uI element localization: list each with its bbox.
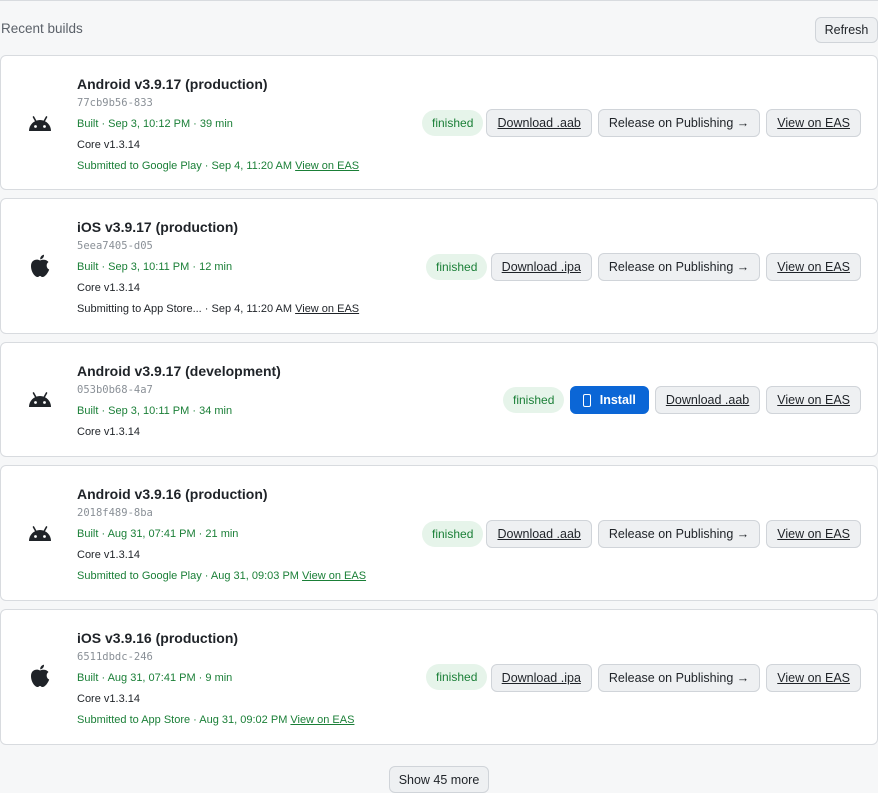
submission-eas-link[interactable]: View on EAS bbox=[302, 570, 366, 582]
build-info: Android v3.9.17 (development) 053b0b68-4… bbox=[77, 362, 281, 439]
submission-status: Submitting to App Store... · Sep 4, 11:2… bbox=[77, 302, 359, 316]
build-name: Android v3.9.17 (development) bbox=[77, 363, 281, 379]
build-info: iOS v3.9.16 (production) 6511dbdc-246 Bu… bbox=[77, 629, 354, 727]
release-button[interactable]: Release on Publishing → bbox=[597, 520, 761, 548]
build-card: Android v3.9.16 (production) 2018f489-8b… bbox=[0, 465, 878, 601]
section-title: Recent builds bbox=[1, 21, 83, 36]
android-icon bbox=[25, 107, 55, 137]
core-version: Core v1.3.14 bbox=[77, 426, 140, 438]
release-button[interactable]: Release on Publishing → bbox=[597, 664, 761, 692]
build-card: iOS v3.9.16 (production) 6511dbdc-246 Bu… bbox=[0, 609, 878, 745]
build-card: Android v3.9.17 (production) 77cb9b56-83… bbox=[0, 55, 878, 190]
android-icon bbox=[25, 517, 55, 547]
core-version: Core v1.3.14 bbox=[77, 693, 140, 705]
status-badge: finished bbox=[422, 110, 484, 136]
build-actions: Download .aab Release on Publishing → Vi… bbox=[486, 520, 861, 548]
download-button[interactable]: Download .ipa bbox=[490, 664, 592, 692]
submission-text: Submitted to Google Play · Aug 31, 09:03… bbox=[77, 570, 299, 582]
build-hash: 053b0b68-4a7 bbox=[77, 384, 153, 396]
view-on-eas-button[interactable]: View on EAS bbox=[766, 253, 861, 281]
build-time: Built · Sep 3, 10:12 PM · 39 min bbox=[77, 118, 233, 130]
build-time: Built · Aug 31, 07:41 PM · 9 min bbox=[77, 672, 233, 684]
build-name: Android v3.9.16 (production) bbox=[77, 486, 268, 502]
phone-icon bbox=[582, 393, 591, 407]
submission-status: Submitted to App Store · Aug 31, 09:02 P… bbox=[77, 713, 354, 727]
view-on-eas-button[interactable]: View on EAS bbox=[766, 386, 861, 414]
refresh-button[interactable]: Refresh bbox=[815, 17, 878, 43]
submission-text: Submitting to App Store... · Sep 4, 11:2… bbox=[77, 303, 293, 315]
show-more-button[interactable]: Show 45 more bbox=[389, 766, 489, 793]
submission-eas-link[interactable]: View on EAS bbox=[295, 303, 359, 315]
android-icon bbox=[25, 383, 55, 413]
build-info: iOS v3.9.17 (production) 5eea7405-d05 Bu… bbox=[77, 218, 359, 316]
core-version: Core v1.3.14 bbox=[77, 549, 140, 561]
release-button[interactable]: Release on Publishing → bbox=[597, 253, 761, 281]
status-badge: finished bbox=[426, 254, 488, 280]
core-version: Core v1.3.14 bbox=[77, 282, 140, 294]
build-actions: Install Download .aab View on EAS bbox=[569, 386, 861, 414]
apple-icon bbox=[25, 251, 55, 281]
build-info: Android v3.9.16 (production) 2018f489-8b… bbox=[77, 485, 366, 583]
build-actions: Download .aab Release on Publishing → Vi… bbox=[486, 109, 861, 137]
download-button[interactable]: Download .aab bbox=[486, 109, 592, 137]
install-button[interactable]: Install bbox=[569, 386, 649, 414]
view-on-eas-button[interactable]: View on EAS bbox=[766, 664, 861, 692]
builds-header: Recent builds Refresh bbox=[0, 0, 878, 55]
submission-text: Submitted to Google Play · Sep 4, 11:20 … bbox=[77, 160, 293, 172]
build-actions: Download .ipa Release on Publishing → Vi… bbox=[490, 664, 861, 692]
status-badge: finished bbox=[426, 664, 488, 690]
download-button[interactable]: Download .ipa bbox=[490, 253, 592, 281]
install-label: Install bbox=[599, 393, 636, 407]
build-hash: 6511dbdc-246 bbox=[77, 651, 153, 663]
status-badge: finished bbox=[422, 521, 484, 547]
submission-status: Submitted to Google Play · Sep 4, 11:20 … bbox=[77, 159, 359, 173]
submission-text: Submitted to App Store · Aug 31, 09:02 P… bbox=[77, 714, 288, 726]
build-name: iOS v3.9.16 (production) bbox=[77, 630, 239, 646]
submission-eas-link[interactable]: View on EAS bbox=[295, 160, 359, 172]
build-hash: 5eea7405-d05 bbox=[77, 240, 153, 252]
build-name: iOS v3.9.17 (production) bbox=[77, 219, 239, 235]
view-on-eas-button[interactable]: View on EAS bbox=[766, 109, 861, 137]
build-time: Built · Sep 3, 10:11 PM · 34 min bbox=[77, 405, 233, 417]
build-card: iOS v3.9.17 (production) 5eea7405-d05 Bu… bbox=[0, 198, 878, 334]
build-hash: 77cb9b56-833 bbox=[77, 97, 153, 109]
build-actions: Download .ipa Release on Publishing → Vi… bbox=[490, 253, 861, 281]
build-info: Android v3.9.17 (production) 77cb9b56-83… bbox=[77, 75, 359, 173]
status-badge: finished bbox=[503, 387, 565, 413]
download-button[interactable]: Download .aab bbox=[486, 520, 592, 548]
apple-icon bbox=[25, 661, 55, 691]
build-time: Built · Aug 31, 07:41 PM · 21 min bbox=[77, 528, 239, 540]
build-hash: 2018f489-8ba bbox=[77, 507, 153, 519]
build-name: Android v3.9.17 (production) bbox=[77, 76, 268, 92]
release-button[interactable]: Release on Publishing → bbox=[597, 109, 761, 137]
submission-eas-link[interactable]: View on EAS bbox=[290, 714, 354, 726]
download-button[interactable]: Download .aab bbox=[654, 386, 761, 414]
build-time: Built · Sep 3, 10:11 PM · 12 min bbox=[77, 261, 233, 273]
submission-status: Submitted to Google Play · Aug 31, 09:03… bbox=[77, 569, 366, 583]
view-on-eas-button[interactable]: View on EAS bbox=[766, 520, 861, 548]
build-card: Android v3.9.17 (development) 053b0b68-4… bbox=[0, 342, 878, 457]
core-version: Core v1.3.14 bbox=[77, 139, 140, 151]
